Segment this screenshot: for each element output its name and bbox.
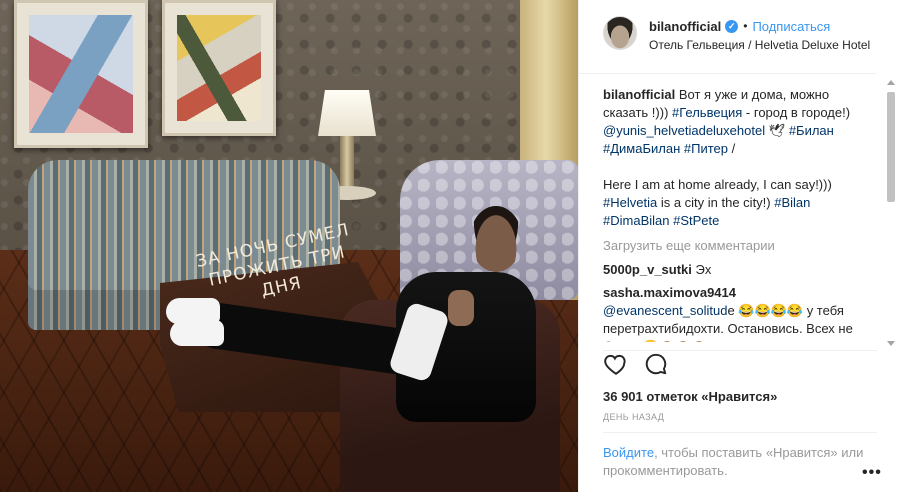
scroll-up-arrow-icon[interactable] [887,80,895,85]
comment-author[interactable]: sasha.maximova9414 [603,285,736,300]
caption-author[interactable]: bilanofficial [603,87,675,102]
mention-link[interactable]: @evanescent_solitud [603,303,728,318]
hashtag-link[interactable]: #DimaBilan [603,213,669,228]
comment-item: 5000p_v_sutki Эх [603,261,865,279]
caption-text-en: Here I am at home already, I can say!))) [603,177,832,192]
lamp-shade [318,90,376,136]
mention-link[interactable]: @yunis_helvetiadeluxehotel [603,123,765,138]
hashtag-link[interactable]: #Гельвеция [672,105,742,120]
heart-icon[interactable] [603,351,629,377]
caption-text: - город в городе!) [742,105,851,120]
post-actions: 36 901 отметок «Нравится» День назад [603,350,877,422]
likes-count[interactable]: 36 901 отметок «Нравится» [603,389,877,404]
person-hand [448,290,474,326]
separator-dot: • [743,19,748,33]
follow-button[interactable]: Подписаться [752,19,830,34]
painting-left [14,0,148,148]
scroll-thumb[interactable] [887,92,895,202]
comment-icon[interactable] [643,351,669,377]
scroll-down-arrow-icon[interactable] [887,341,895,346]
login-prompt: Войдите, чтобы поставить «Нравится» или … [603,432,877,492]
caption: bilanofficial Вот я уже и дома, можно ск… [603,86,865,230]
caption-text-en: is a city in the city!) [657,195,775,210]
hashtag-link[interactable]: #Билан [789,123,834,138]
load-more-comments-button[interactable]: Загрузить еще комментарии [603,237,865,255]
painting-right [162,0,276,136]
comments-scrollbar[interactable] [884,78,898,348]
comment-author[interactable]: 5000p_v_sutki [603,262,692,277]
lamp-base [340,136,354,190]
hashtag-link[interactable]: #Bilan [774,195,810,210]
comment-text: Эх [691,262,712,277]
instagram-post: ЗА НОЧЬ СУМЕЛ ПРОЖИТЬ ТРИ ДНЯ bilanoffic… [0,0,900,492]
post-timestamp[interactable]: День назад [603,412,877,422]
caption-text: 🕊 [765,123,789,138]
hashtag-link[interactable]: #Helvetia [603,195,657,210]
location-link[interactable]: Отель Гельвеция / Helvetia Deluxe Hotel [649,38,870,52]
hashtag-link[interactable]: #StPete [673,213,719,228]
caption-text: / [728,141,736,156]
verified-badge-icon: ✓ [725,19,739,33]
more-options-icon[interactable]: ••• [862,464,882,482]
comment-item: sasha.maximova9414 @evanescent_solitudе … [603,284,865,342]
avatar[interactable] [603,16,637,50]
header-text: bilanofficial ✓ • Подписаться Отель Гель… [649,18,870,53]
login-link[interactable]: Войдите [603,445,654,460]
post-photo[interactable]: ЗА НОЧЬ СУМЕЛ ПРОЖИТЬ ТРИ ДНЯ [0,0,578,492]
white-sneaker [170,320,224,346]
username-link[interactable]: bilanofficial [649,19,721,34]
person-head [470,206,522,272]
hashtag-link[interactable]: #ДимаБилан [603,141,680,156]
post-sidebar: bilanofficial ✓ • Подписаться Отель Гель… [578,0,900,492]
post-header: bilanofficial ✓ • Подписаться Отель Гель… [579,0,876,74]
comments-list: bilanofficial Вот я уже и дома, можно ск… [603,86,865,342]
header-row: bilanofficial ✓ • Подписаться [649,18,870,34]
action-icons [603,351,877,377]
hashtag-link[interactable]: #Питер [684,141,728,156]
